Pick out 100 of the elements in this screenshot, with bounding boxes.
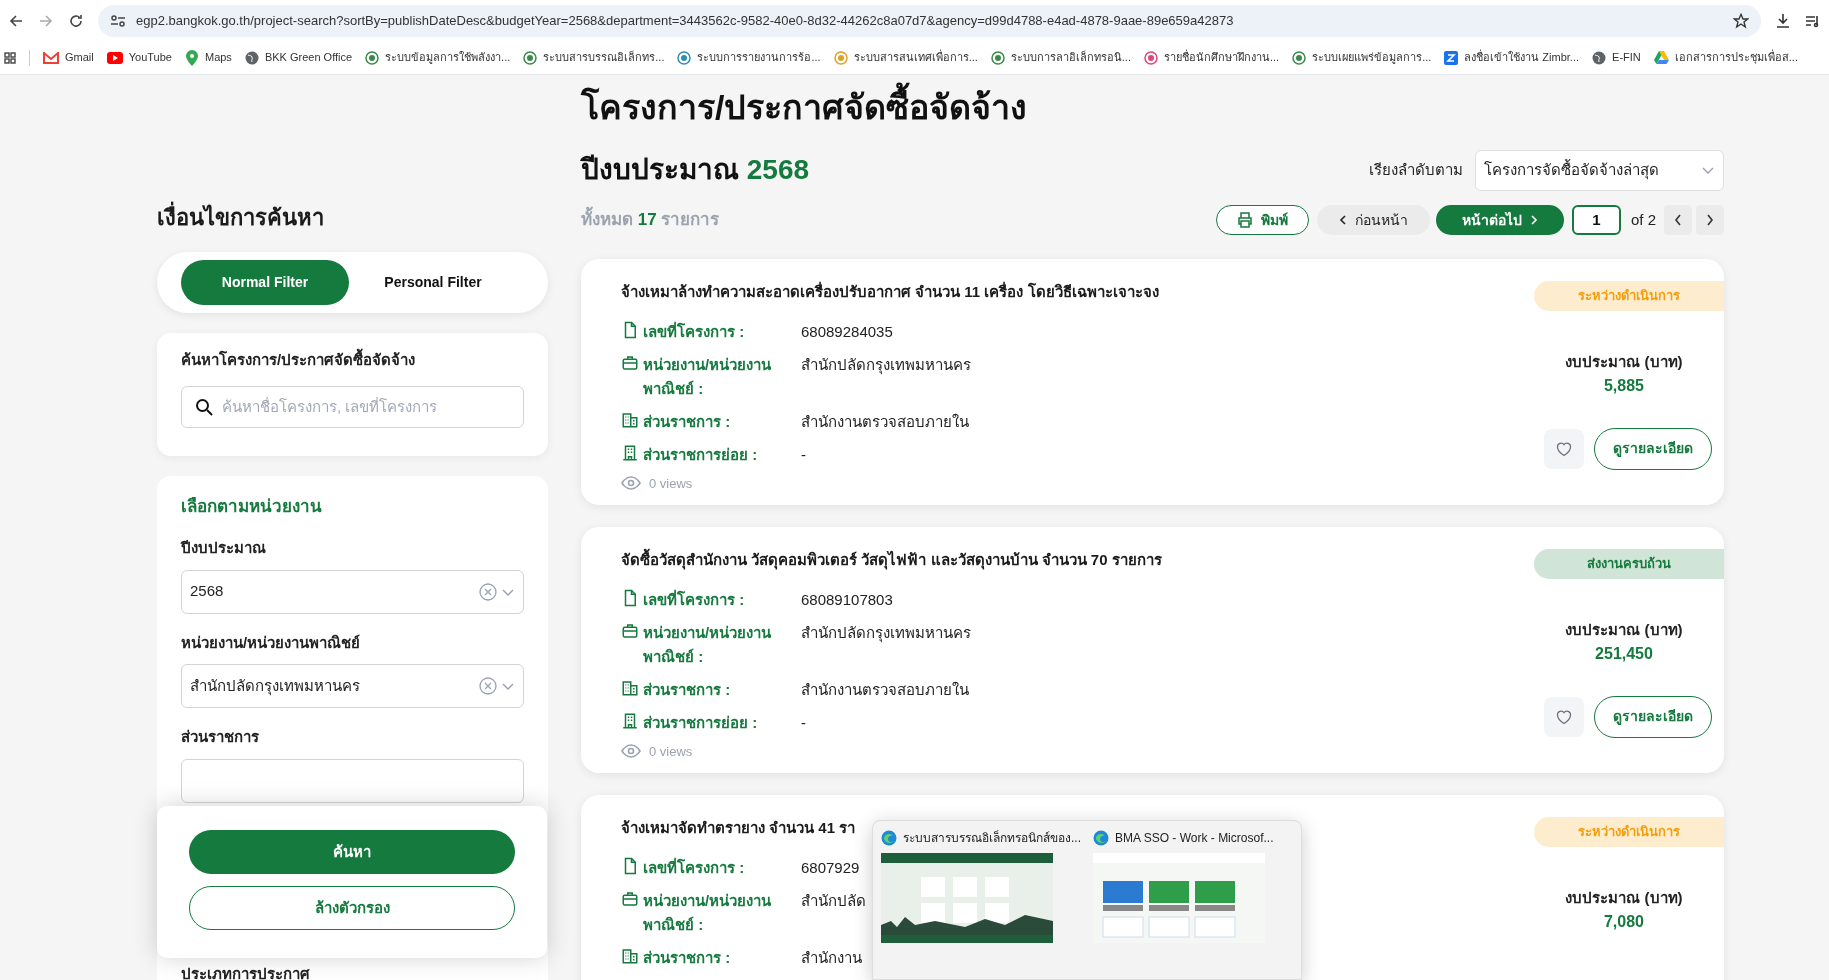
sort-select[interactable]: โครงการจัดซื้อจัดจ้างล่าสุด [1475, 149, 1724, 191]
project-title: จัดซื้อวัสดุสำนักงาน วัสดุคอมพิวเตอร์ วัสดุไฟฟ้า และวัสดุงานบ้าน จำนวน 70 รายการ [621, 549, 1162, 572]
bookmark[interactable]: ระบบสารบรรณอิเล็กทร... [523, 49, 665, 66]
status-badge: ส่งงานครบถ้วน [1534, 549, 1724, 579]
bookmark[interactable]: เอกสารการประชุมเพื่อส... [1653, 49, 1798, 66]
bookmark[interactable]: ระบบข้อมูลการใช้พลังงา... [365, 49, 511, 66]
field-value: สำนักปลัดกรุงเทพมหานคร [801, 354, 971, 377]
field-value: 68089284035 [801, 321, 893, 342]
star-icon[interactable] [1733, 12, 1749, 29]
details-button[interactable]: ดูรายละเอียด [1594, 695, 1712, 738]
bookmark[interactable]: ลงชื่อเข้าใช้งาน Zimbr... [1444, 49, 1580, 66]
chevron-down-icon [1701, 165, 1715, 175]
bookmark[interactable]: BKK Green Office [244, 49, 353, 66]
download-icon[interactable] [1775, 12, 1791, 29]
reload-icon[interactable] [68, 12, 84, 29]
select-field[interactable]: สำนักปลัดกรุงเทพมหานคร [181, 664, 524, 708]
budget-amount: 251,450 [1595, 643, 1653, 664]
emblem-icon [365, 50, 380, 65]
apps-icon[interactable] [4, 51, 16, 64]
chevron-right-icon [1706, 214, 1714, 226]
emblem-icon [1143, 50, 1158, 65]
building-icon [621, 443, 639, 462]
bookmark[interactable]: Gmail [43, 49, 94, 66]
forward-icon[interactable] [38, 12, 54, 29]
favorite-button[interactable] [1544, 696, 1584, 737]
clear-icon[interactable] [479, 582, 497, 601]
field-value: สำนักงานตรวจสอบภายใน [801, 679, 969, 700]
heart-icon [1555, 440, 1573, 457]
field-label: เลขที่โครงการ : [643, 588, 746, 610]
field-label: หน่วยงาน/หน่วยงานพาณิชย์ [181, 632, 362, 653]
print-button[interactable]: พิมพ์ [1215, 205, 1309, 235]
bookmark[interactable]: YouTube [106, 49, 172, 66]
bookmark[interactable]: ระบบเผยแพร่ข้อมูลการ... [1292, 49, 1432, 66]
field-value: สำนักงาน [801, 947, 862, 968]
emblem-icon [833, 50, 848, 65]
bookmark[interactable]: E-FIN [1592, 49, 1641, 66]
previous-page-button[interactable] [1664, 205, 1692, 235]
filter-tab[interactable]: Normal Filter [181, 260, 349, 305]
globe-icon [1592, 50, 1607, 65]
search-icon [195, 397, 213, 416]
site-settings-icon[interactable] [110, 13, 126, 28]
bookmark[interactable]: รายชื่อนักศึกษาฝึกงาน... [1143, 49, 1280, 66]
total-count: ทั้งหมด 17 รายการ [581, 207, 720, 233]
budget-amount: 7,080 [1603, 911, 1644, 932]
sort-label: เรียงลำดับตาม [1369, 159, 1463, 180]
favorite-button[interactable] [1544, 428, 1584, 469]
browser-icon [1093, 830, 1109, 846]
heart-icon [1555, 708, 1573, 725]
chevron-left-icon [1674, 214, 1682, 226]
field-value: 6807929 [801, 857, 860, 878]
search-label: ค้นหาโครงการ/ประกาศจัดซื้อจัดจ้าง [181, 349, 524, 372]
search-field[interactable]: ค้นหาชื่อโครงการ, เลขที่โครงการ [181, 385, 524, 428]
page-number-field[interactable]: 1 [1571, 205, 1621, 235]
next-button[interactable]: หน้าต่อไป [1435, 205, 1564, 235]
status-badge: ระหว่างดำเนินการ [1534, 281, 1724, 311]
budget-label: งบประมาณ (บาท) [1565, 620, 1683, 640]
filter-tab[interactable]: Personal Filter [349, 260, 517, 305]
previous-button[interactable]: ก่อนหน้า [1316, 205, 1430, 235]
field-label: หน่วยงาน/หน่วยงาน พาณิชย์ : [643, 622, 773, 667]
budget-label: งบประมาณ (บาท) [1565, 888, 1683, 908]
bookmark[interactable]: ระบบสารสนเทศเพื่อการ... [833, 49, 978, 66]
field-value: สำนักปลัด [801, 890, 866, 911]
emblem-icon [990, 50, 1005, 65]
section-heading: เลือกตามหน่วยงาน [181, 495, 323, 518]
field-label: ส่วนราชการ : [643, 679, 732, 700]
field-label: ประเภทการประกาศ [181, 963, 311, 980]
video-icon [106, 51, 123, 64]
select-field[interactable] [181, 758, 524, 803]
url-text: egp2.bangkok.go.th/project-search?sortBy=publishDateDesc&budgetYear=2568&department=3443562c-9582-40e0-8d32-44262c8a07d7&agency=d99d4788-e4ad-4878-9aae-89e659a42873 [136, 11, 1235, 30]
field-label: ส่วนราชการ [181, 727, 260, 747]
field-value: - [801, 444, 806, 465]
window-thumbnail[interactable]: ระบบสารบรรณอิเล็กทรอนิกส์ของ... [881, 829, 1081, 979]
field-value: - [801, 712, 806, 733]
view-count: 0 views [649, 742, 693, 761]
field-label: หน่วยงาน/หน่วยงาน พาณิชย์ : [643, 890, 773, 935]
clear-icon[interactable] [479, 677, 497, 695]
field-value: สำนักงานตรวจสอบภายใน [801, 411, 969, 432]
eye-icon [621, 476, 641, 491]
field-value: สำนักปลัดกรุงเทพมหานคร [801, 622, 971, 645]
chevron-down-icon [501, 681, 515, 691]
briefcase-icon [621, 621, 639, 640]
project-title: จ้างเหมาล้างทำความสะอาดเครื่องปรับอากาศ จำนวน 11 เครื่อง โดยวิธีเฉพาะเจาะจง [621, 281, 1159, 302]
details-button[interactable]: ดูรายละเอียด [1594, 427, 1712, 470]
search-button[interactable]: ค้นหา [189, 830, 515, 874]
printer-icon [1236, 212, 1253, 228]
back-icon[interactable] [8, 12, 24, 29]
select-field[interactable]: 2568 [181, 569, 524, 614]
bookmark[interactable]: Maps [184, 49, 232, 66]
budget-amount: 5,885 [1603, 375, 1644, 396]
address-bar[interactable]: egp2.bangkok.go.th/project-search?sortBy=publishDateDesc&budgetYear=2568&department=3443562c-9582-40e0-8d32-44262c8a07d7&agency=d99d4788-e4ad-4878-9aae-89e659a42873 [98, 4, 1761, 37]
window-title: ระบบสารบรรณอิเล็กทรอนิกส์ของ... [903, 829, 1081, 847]
app-icon [1444, 50, 1459, 65]
chevron-left-icon [1338, 215, 1347, 225]
map-pin-icon [184, 49, 199, 66]
clear-filter-button[interactable]: ล้างตัวกรอง [189, 886, 515, 930]
next-page-button[interactable] [1696, 205, 1724, 235]
bookmark[interactable]: ระบบการลาอิเล็กทรอนิ... [990, 49, 1131, 66]
sidebar-heading: เงื่อนไขการค้นหา [157, 201, 548, 234]
window-thumbnail[interactable]: BMA SSO - Work - Microsof... [1093, 829, 1293, 979]
bookmark[interactable]: ระบบการรายงานการร้อ... [677, 49, 821, 66]
